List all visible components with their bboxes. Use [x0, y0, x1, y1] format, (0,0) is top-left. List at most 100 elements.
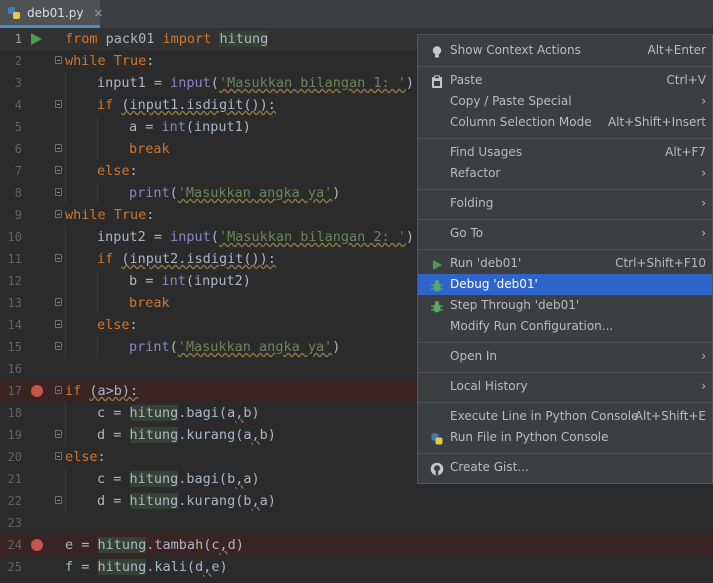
fold-icon[interactable]: [55, 342, 62, 350]
menu-item-debug[interactable]: Debug 'deb01': [418, 274, 712, 295]
fold-icon[interactable]: [55, 188, 62, 196]
run-gutter-icon[interactable]: [31, 33, 42, 45]
menu-item-column-selection-mode[interactable]: Column Selection Mode Alt+Shift+Insert: [418, 112, 712, 133]
menu-item-copy-paste-special[interactable]: Copy / Paste Special ›: [418, 91, 712, 112]
menu-item-label: Execute Line in Python Console: [450, 409, 639, 423]
submenu-arrow-icon: ›: [701, 349, 706, 363]
fold-icon[interactable]: [55, 100, 62, 108]
menu-item-create-gist[interactable]: Create Gist...: [418, 457, 712, 478]
menu-item-shortcut: Alt+Shift+E: [634, 409, 706, 423]
tab-deb01[interactable]: deb01.py ×: [0, 0, 103, 28]
menu-separator: [418, 219, 712, 220]
line-number: 24: [7, 538, 22, 552]
menu-item-label: Step Through 'deb01': [450, 298, 580, 312]
submenu-arrow-icon: ›: [701, 196, 706, 210]
menu-item-show-context-actions[interactable]: Show Context Actions Alt+Enter: [418, 40, 712, 61]
code-line[interactable]: 22 d = hitung.kurang(b,a): [0, 490, 713, 512]
menu-item-label: Find Usages: [450, 145, 523, 159]
lightbulb-icon: [430, 44, 444, 58]
line-number: 14: [7, 318, 22, 332]
submenu-arrow-icon: ›: [701, 379, 706, 393]
menu-item-label: Refactor: [450, 166, 501, 180]
submenu-arrow-icon: ›: [701, 226, 706, 240]
breakpoint-icon[interactable]: [31, 539, 43, 551]
close-tab-icon[interactable]: ×: [93, 6, 103, 20]
submenu-arrow-icon: ›: [701, 94, 706, 108]
line-number: 6: [14, 142, 22, 156]
fold-icon[interactable]: [55, 210, 62, 218]
menu-item-run[interactable]: Run 'deb01' Ctrl+Shift+F10: [418, 253, 712, 274]
menu-item-modify-run-configuration[interactable]: Modify Run Configuration...: [418, 316, 712, 337]
code-line[interactable]: 23: [0, 512, 713, 534]
fold-icon[interactable]: [55, 254, 62, 262]
menu-item-go-to[interactable]: Go To ›: [418, 223, 712, 244]
menu-item-shortcut: Alt+Shift+Insert: [607, 115, 706, 129]
line-number: 9: [14, 208, 22, 222]
fold-icon[interactable]: [55, 144, 62, 152]
menu-item-label: Run 'deb01': [450, 256, 522, 270]
menu-item-label: Debug 'deb01': [450, 277, 538, 291]
line-number: 2: [14, 54, 22, 68]
menu-item-refactor[interactable]: Refactor ›: [418, 163, 712, 184]
github-icon: [430, 461, 444, 476]
line-number: 11: [7, 252, 22, 266]
menu-item-paste[interactable]: Paste Ctrl+V: [418, 70, 712, 91]
fold-icon[interactable]: [55, 452, 62, 460]
menu-item-label: Local History: [450, 379, 528, 393]
menu-item-label: Folding: [450, 196, 494, 210]
run-icon: [430, 257, 444, 271]
menu-item-step-through[interactable]: Step Through 'deb01': [418, 295, 712, 316]
fold-icon[interactable]: [55, 298, 62, 306]
line-number: 1: [14, 32, 22, 46]
menu-item-label: Modify Run Configuration...: [450, 319, 614, 333]
menu-item-label: Copy / Paste Special: [450, 94, 572, 108]
fold-icon[interactable]: [55, 386, 62, 394]
menu-separator: [418, 249, 712, 250]
line-number: 23: [7, 516, 22, 530]
breakpoint-icon[interactable]: [31, 385, 43, 397]
line-number: 4: [14, 98, 22, 112]
fold-icon[interactable]: [55, 320, 62, 328]
menu-item-label: Go To: [450, 226, 484, 240]
menu-separator: [418, 189, 712, 190]
menu-item-label: Run File in Python Console: [450, 430, 609, 444]
line-number: 5: [14, 120, 22, 134]
menu-item-folding[interactable]: Folding ›: [418, 193, 712, 214]
bug-icon: [430, 278, 444, 292]
menu-item-find-usages[interactable]: Find Usages Alt+F7: [418, 142, 712, 163]
menu-item-label: Create Gist...: [450, 460, 529, 474]
tab-label: deb01.py: [27, 5, 84, 20]
fold-icon[interactable]: [55, 430, 62, 438]
menu-item-label: Show Context Actions: [450, 43, 581, 57]
line-number: 8: [14, 186, 22, 200]
menu-item-run-file-python-console[interactable]: Run File in Python Console: [418, 427, 712, 448]
menu-item-label: Open In: [450, 349, 498, 363]
code-line[interactable]: 25 f = hitung.kali(d,e): [0, 556, 713, 578]
python-file-icon: [6, 5, 22, 21]
menu-item-open-in[interactable]: Open In ›: [418, 346, 712, 367]
line-number: 17: [7, 384, 22, 398]
line-number: 18: [7, 406, 22, 420]
line-number: 25: [7, 560, 22, 574]
menu-item-shortcut: Alt+Enter: [647, 43, 706, 57]
fold-icon[interactable]: [55, 166, 62, 174]
submenu-arrow-icon: ›: [701, 166, 706, 180]
menu-item-local-history[interactable]: Local History ›: [418, 376, 712, 397]
menu-separator: [418, 138, 712, 139]
line-number: 19: [7, 428, 22, 442]
line-number: 3: [14, 76, 22, 90]
menu-item-execute-line-python-console[interactable]: Execute Line in Python Console Alt+Shift…: [418, 406, 712, 427]
fold-icon[interactable]: [55, 496, 62, 504]
menu-item-label: Paste: [450, 73, 483, 87]
gutter[interactable]: 1: [0, 28, 56, 50]
menu-item-shortcut: Alt+F7: [665, 145, 706, 159]
line-number: 12: [7, 274, 22, 288]
python-icon: [430, 431, 444, 445]
menu-item-shortcut: Ctrl+V: [666, 73, 706, 87]
fold-icon[interactable]: [55, 56, 62, 64]
line-number: 16: [7, 362, 22, 376]
menu-separator: [418, 453, 712, 454]
clipboard-icon: [430, 74, 444, 88]
line-number: 13: [7, 296, 22, 310]
code-line[interactable]: 24 e = hitung.tambah(c,d): [0, 534, 713, 556]
